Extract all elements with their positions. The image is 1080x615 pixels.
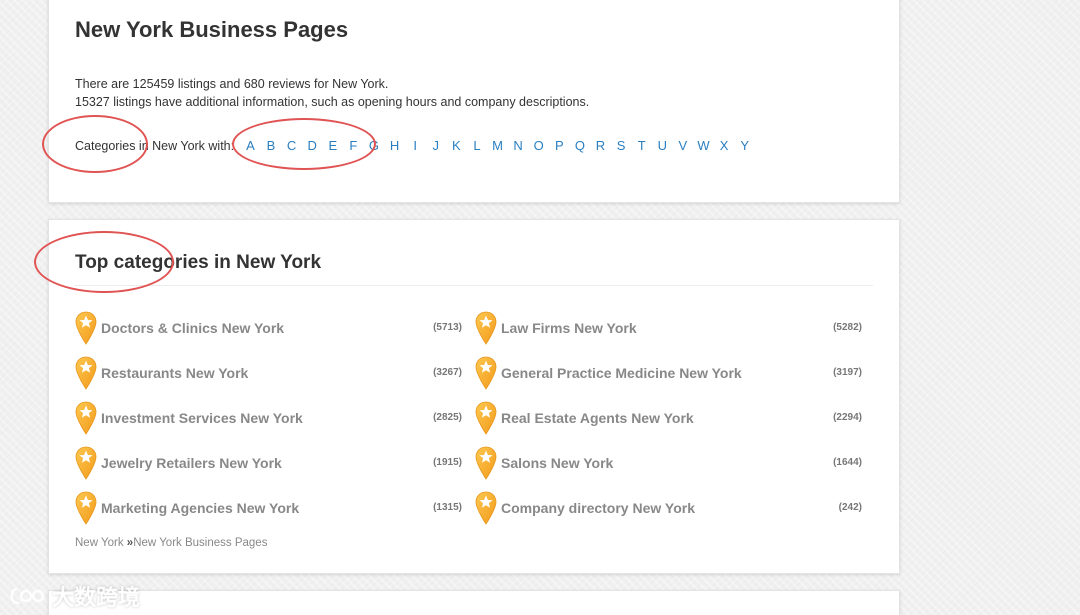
- category-count: (242): [838, 502, 862, 513]
- letter-link-u[interactable]: U: [652, 138, 673, 153]
- category-list: Doctors & Clinics New York (5713) Law Fir…: [75, 305, 875, 530]
- letter-link-m[interactable]: M: [487, 138, 508, 153]
- category-link[interactable]: General Practice Medicine New York: [501, 365, 822, 381]
- letter-link-j[interactable]: J: [425, 138, 446, 153]
- category-count: (1315): [433, 502, 462, 513]
- category-item: Real Estate Agents New York (2294): [475, 395, 875, 440]
- letter-link-y[interactable]: Y: [734, 138, 755, 153]
- category-item: Company directory New York (242): [475, 485, 875, 530]
- breadcrumb: New York »New York Business Pages: [75, 537, 267, 549]
- category-link[interactable]: Salons New York: [501, 455, 822, 471]
- letter-link-q[interactable]: Q: [570, 138, 591, 153]
- letter-link-v[interactable]: V: [673, 138, 694, 153]
- star-pin-icon: [75, 446, 97, 480]
- category-item: Doctors & Clinics New York (5713): [75, 305, 475, 350]
- category-item: Salons New York (1644): [475, 440, 875, 485]
- listings-info: There are 125459 listings and 680 review…: [75, 77, 389, 91]
- category-item: General Practice Medicine New York (3197): [475, 350, 875, 395]
- breadcrumb-home-link[interactable]: New York: [75, 537, 124, 549]
- category-link[interactable]: Restaurants New York: [101, 365, 422, 381]
- category-count: (5282): [833, 322, 862, 333]
- letter-link-l[interactable]: L: [467, 138, 488, 153]
- category-count: (3197): [833, 367, 862, 378]
- category-count: (5713): [433, 322, 462, 333]
- letter-link-w[interactable]: W: [693, 138, 714, 153]
- category-count: (2825): [433, 412, 462, 423]
- category-item: Jewelry Retailers New York (1915): [75, 440, 475, 485]
- letter-link-x[interactable]: X: [714, 138, 735, 153]
- divider: [75, 285, 873, 286]
- next-section-card: [48, 590, 900, 615]
- star-pin-icon: [475, 401, 497, 435]
- letter-link-s[interactable]: S: [611, 138, 632, 153]
- star-pin-icon: [75, 356, 97, 390]
- category-count: (3267): [433, 367, 462, 378]
- letter-link-b[interactable]: B: [261, 138, 282, 153]
- watermark: 大数跨境: [8, 580, 140, 612]
- letter-link-k[interactable]: K: [446, 138, 467, 153]
- letter-link-e[interactable]: E: [322, 138, 343, 153]
- top-categories-card: Top categories in New York Doctors & Cli…: [48, 219, 900, 574]
- category-link[interactable]: Real Estate Agents New York: [501, 410, 822, 426]
- letter-links: ABCDEFGHIJKLMNOPQRSTUVWXY: [240, 138, 755, 153]
- watermark-text: 大数跨境: [52, 585, 141, 610]
- category-link[interactable]: Investment Services New York: [101, 410, 422, 426]
- letter-link-f[interactable]: F: [343, 138, 364, 153]
- category-count: (1915): [433, 457, 462, 468]
- star-pin-icon: [475, 311, 497, 345]
- category-link[interactable]: Law Firms New York: [501, 320, 822, 336]
- category-count: (2294): [833, 412, 862, 423]
- letter-link-i[interactable]: I: [405, 138, 426, 153]
- page-title: New York Business Pages: [75, 17, 349, 42]
- star-pin-icon: [75, 311, 97, 345]
- letter-link-g[interactable]: G: [364, 138, 385, 153]
- star-pin-icon: [75, 401, 97, 435]
- category-letters: Categories in New York with: ABCDEFGHIJK…: [75, 138, 755, 153]
- section-title: Top categories in New York: [75, 252, 322, 273]
- category-item: Law Firms New York (5282): [475, 305, 875, 350]
- star-pin-icon: [475, 491, 497, 525]
- letter-link-c[interactable]: C: [281, 138, 302, 153]
- star-pin-icon: [75, 491, 97, 525]
- star-pin-icon: [475, 446, 497, 480]
- category-link[interactable]: Jewelry Retailers New York: [101, 455, 422, 471]
- category-item: Restaurants New York (3267): [75, 350, 475, 395]
- category-link[interactable]: Doctors & Clinics New York: [101, 320, 422, 336]
- category-count: (1644): [833, 457, 862, 468]
- letter-link-a[interactable]: A: [240, 138, 261, 153]
- letter-link-t[interactable]: T: [631, 138, 652, 153]
- star-pin-icon: [475, 356, 497, 390]
- category-item: Marketing Agencies New York (1315): [75, 485, 475, 530]
- letter-link-p[interactable]: P: [549, 138, 570, 153]
- category-item: Investment Services New York (2825): [75, 395, 475, 440]
- additional-info: 15327 listings have additional informati…: [75, 95, 590, 109]
- watermark-logo-icon: [10, 587, 45, 605]
- business-pages-card: New York Business Pages There are 125459…: [48, 0, 900, 203]
- category-link[interactable]: Company directory New York: [501, 500, 822, 516]
- letter-link-h[interactable]: H: [384, 138, 405, 153]
- letter-link-r[interactable]: R: [590, 138, 611, 153]
- breadcrumb-current-link[interactable]: New York Business Pages: [133, 537, 267, 549]
- letters-label: Categories in New York with:: [75, 138, 235, 153]
- letter-link-n[interactable]: N: [508, 138, 529, 153]
- category-link[interactable]: Marketing Agencies New York: [101, 500, 422, 516]
- letter-link-o[interactable]: O: [528, 138, 549, 153]
- letter-link-d[interactable]: D: [302, 138, 323, 153]
